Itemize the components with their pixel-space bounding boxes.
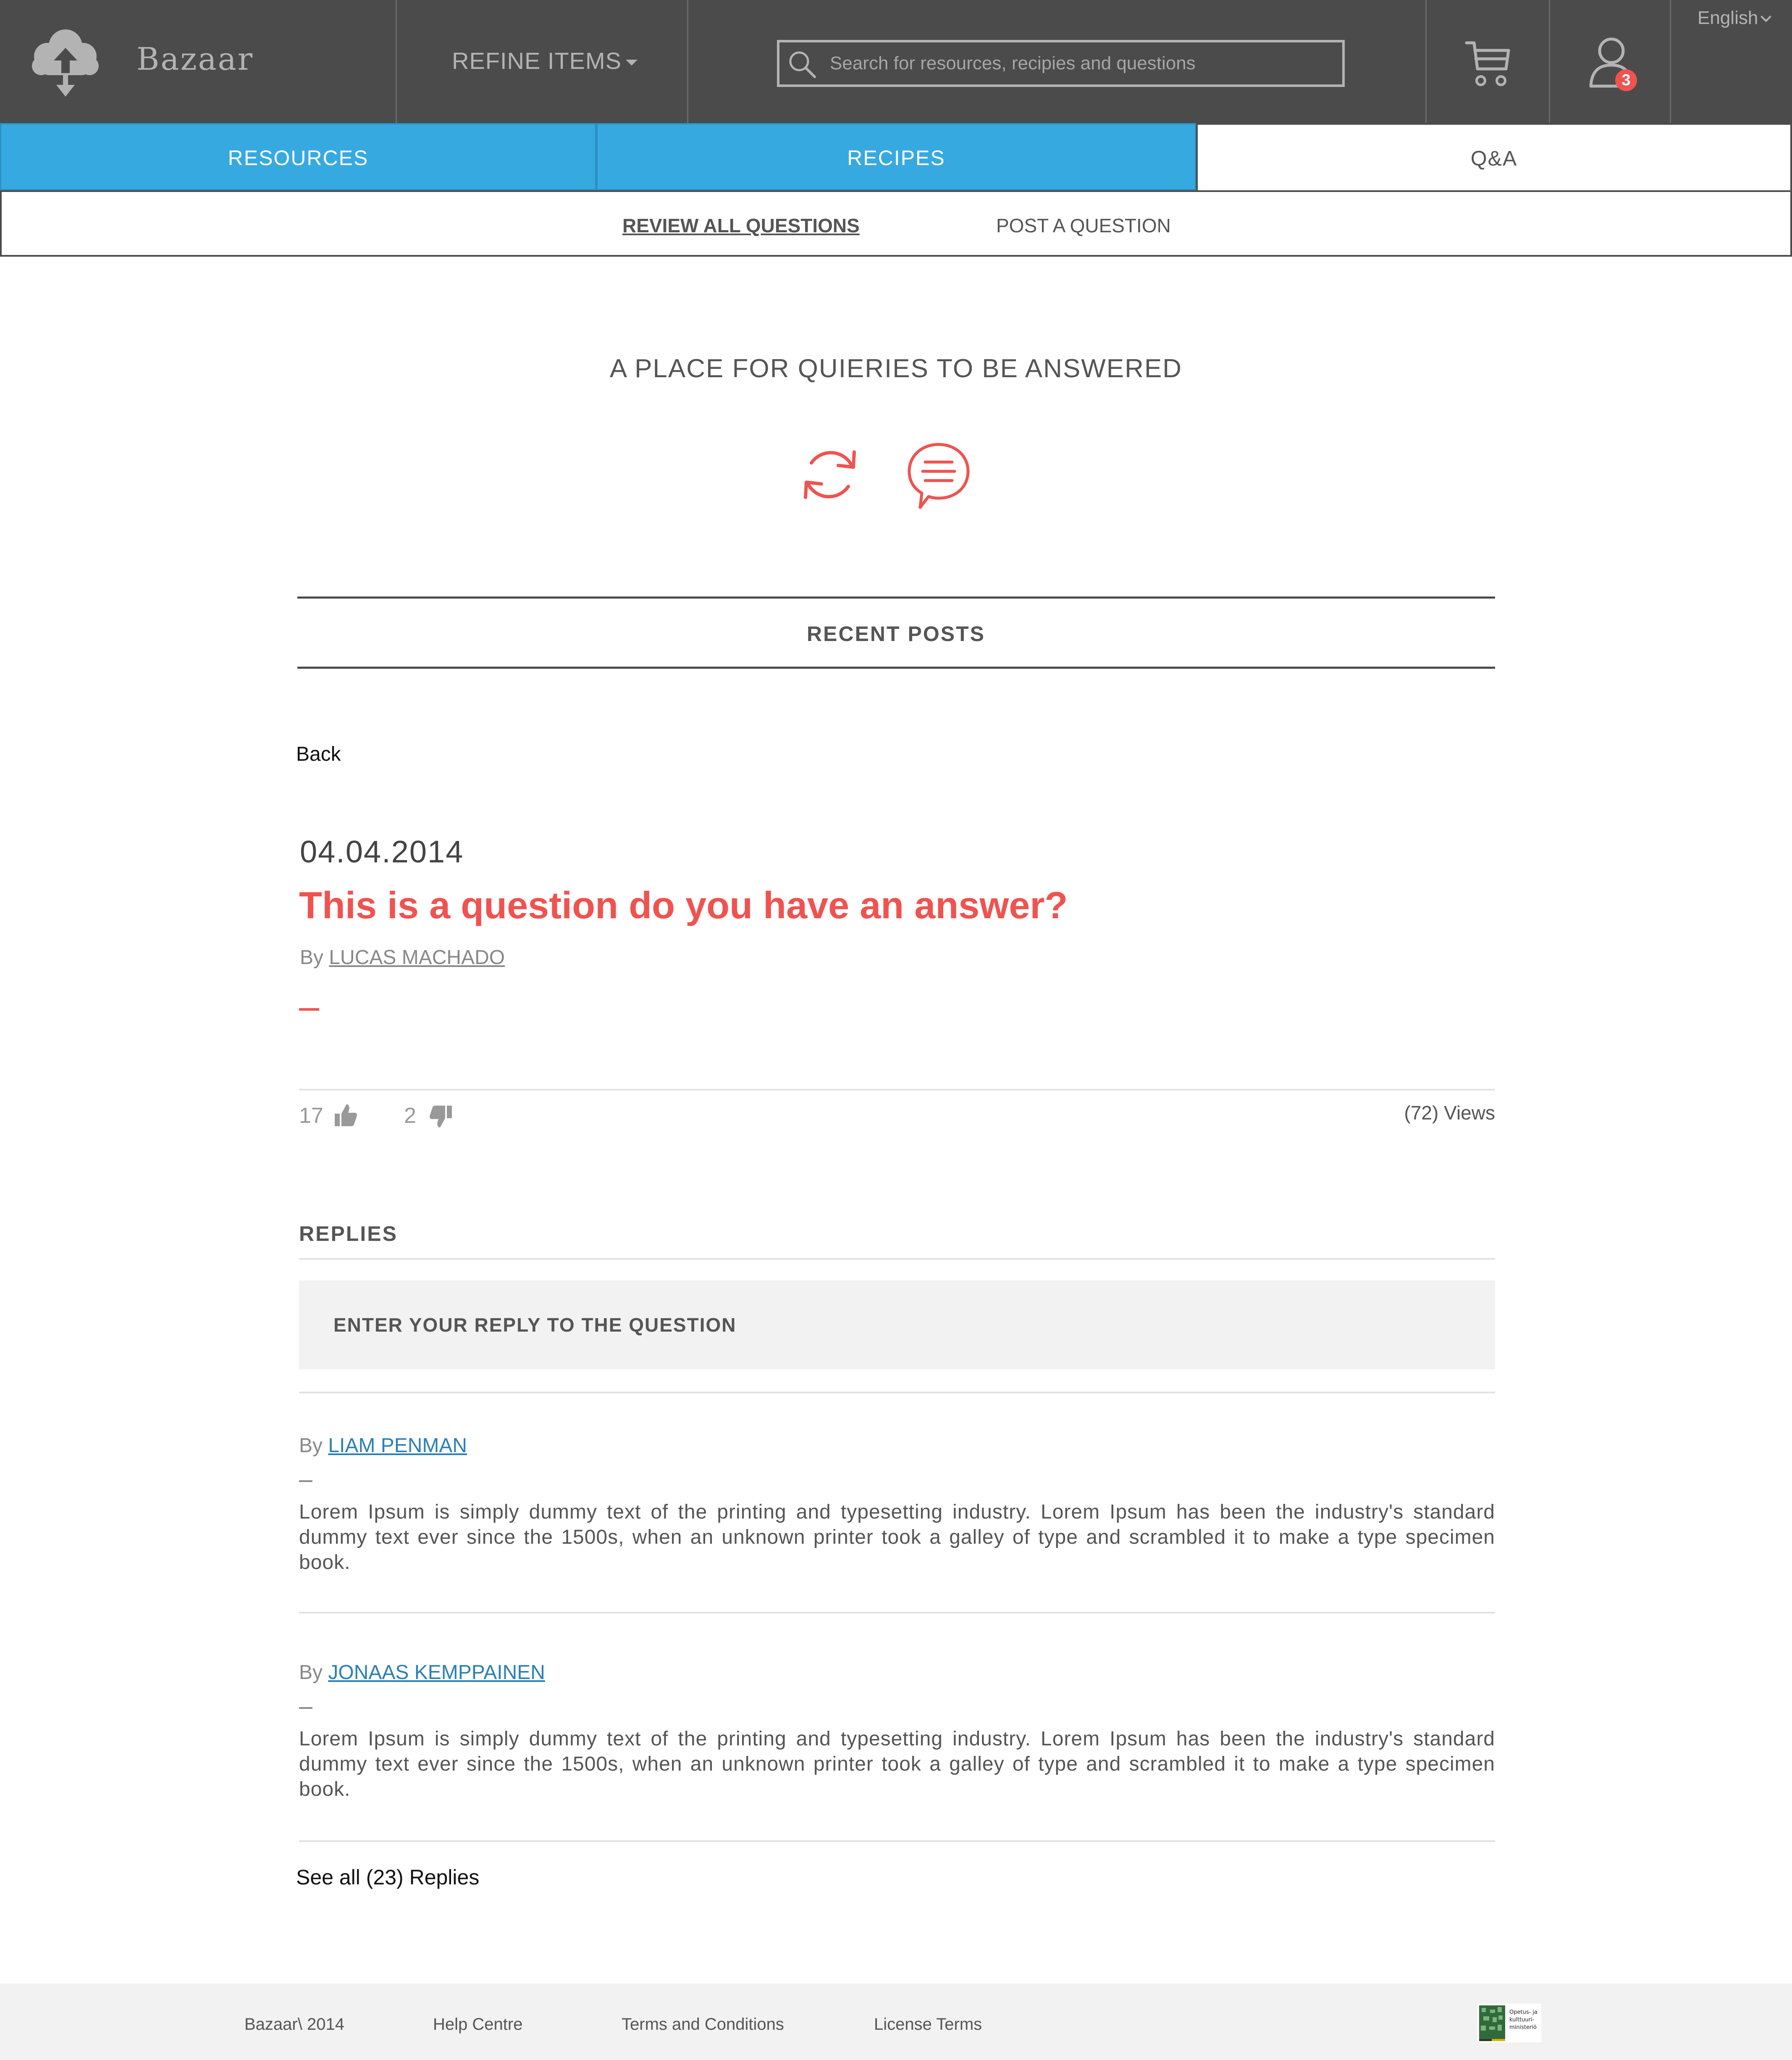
sub-navigation	[0, 190, 1792, 257]
recent-posts-title: RECENT POSTS	[807, 622, 985, 646]
search-box[interactable]	[777, 40, 1345, 87]
reply-author-link[interactable]: LIAM PENMAN	[328, 1435, 467, 1457]
page-title: A PLACE FOR QUIERIES TO BE ANSWERED	[609, 354, 1183, 383]
replies-title: REPLIES	[299, 1222, 398, 1245]
post-question-link[interactable]: POST A QUESTION	[996, 214, 1171, 237]
thumbs-up-icon[interactable]	[334, 1103, 357, 1128]
divider	[299, 1258, 1495, 1260]
chat-icon[interactable]	[905, 441, 972, 512]
views-count: (72) Views	[1404, 1102, 1495, 1124]
tab-resources[interactable]: RESOURCES	[0, 123, 596, 190]
thumbs-down-icon[interactable]	[429, 1104, 453, 1129]
reply-dash	[299, 1480, 312, 1482]
by-label: By	[300, 946, 324, 969]
footer-license-link[interactable]: License Terms	[874, 2015, 982, 2034]
header-divider	[1549, 0, 1550, 123]
language-label: English	[1698, 8, 1758, 28]
post-author-line: By LUCAS MACHADO	[300, 946, 505, 969]
reply-author-line: By JONAAS KEMPPAINEN	[299, 1661, 545, 1684]
divider	[299, 1089, 1495, 1090]
cart-icon[interactable]	[1465, 39, 1511, 89]
refine-items-dropdown[interactable]: REFINE ITEMS	[452, 47, 638, 74]
divider	[299, 1612, 1495, 1613]
accent-dash	[299, 1008, 319, 1011]
refine-items-label: REFINE ITEMS	[452, 47, 622, 74]
back-link[interactable]: Back	[296, 743, 341, 766]
see-all-replies-link[interactable]: See all (23) Replies	[296, 1865, 479, 1889]
post-author-link[interactable]: LUCAS MACHADO	[329, 946, 505, 969]
ministry-logo-text: ministeriö	[1509, 2024, 1537, 2031]
divider	[297, 667, 1495, 669]
ministry-logo: Opetus- ja kulttuuri- ministeriö	[1477, 2004, 1541, 2042]
reply-text: Lorem Ipsum is simply dummy text of the …	[299, 1501, 1495, 1574]
ministry-logo-text: kulttuuri-	[1509, 2017, 1535, 2023]
cloud-upload-logo-icon[interactable]	[29, 26, 100, 98]
footer-help-link[interactable]: Help Centre	[433, 2015, 522, 2034]
caret-down-icon	[626, 60, 638, 66]
header-divider	[396, 0, 397, 123]
footer-terms-link[interactable]: Terms and Conditions	[622, 2015, 784, 2034]
header-divider	[687, 0, 688, 123]
tab-recipes[interactable]: RECIPES	[596, 123, 1196, 190]
reply-author-line: By LIAM PENMAN	[299, 1434, 467, 1457]
reply-dash	[299, 1707, 312, 1709]
dislikes-count: 2	[404, 1104, 416, 1128]
reply-author-link[interactable]: JONAAS KEMPPAINEN	[328, 1661, 545, 1684]
divider	[299, 1392, 1495, 1393]
language-selector[interactable]: English	[1698, 8, 1772, 29]
search-icon	[789, 51, 816, 78]
notification-badge: 3	[1615, 69, 1637, 91]
chevron-down-icon	[1761, 11, 1772, 22]
search-input[interactable]	[830, 42, 1334, 84]
post-title: This is a question do you have an answer…	[299, 885, 1068, 927]
header-divider	[1670, 0, 1671, 123]
header-divider	[1425, 0, 1427, 123]
review-all-questions-link[interactable]: REVIEW ALL QUESTIONS	[622, 214, 860, 237]
reply-text: Lorem Ipsum is simply dummy text of the …	[299, 1728, 1495, 1800]
ministry-logo-text: Opetus- ja	[1509, 2009, 1537, 2015]
footer-copyright: Bazaar\ 2014	[244, 2015, 344, 2034]
refresh-icon[interactable]	[796, 441, 863, 508]
by-label: By	[299, 1661, 323, 1684]
divider	[299, 1840, 1495, 1842]
tab-qa[interactable]: Q&A	[1196, 123, 1792, 190]
by-label: By	[299, 1435, 323, 1457]
reply-box[interactable]	[299, 1280, 1495, 1369]
brand-name[interactable]: Bazaar	[136, 41, 254, 77]
post-date: 04.04.2014	[300, 834, 464, 869]
divider	[297, 596, 1495, 599]
reply-input[interactable]	[333, 1280, 1467, 1369]
likes-count: 17	[299, 1104, 323, 1128]
